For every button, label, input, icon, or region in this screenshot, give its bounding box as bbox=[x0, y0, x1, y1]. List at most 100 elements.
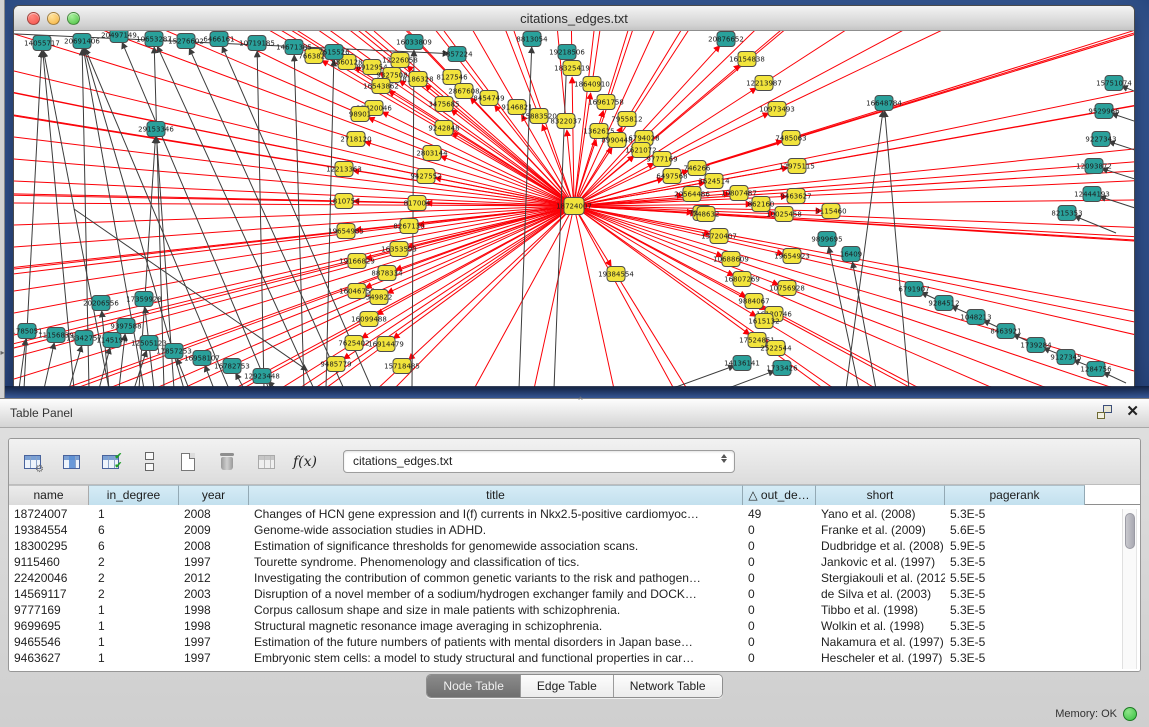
graph-node[interactable]: 20206556 bbox=[83, 296, 119, 311]
graph-node[interactable]: 19654985 bbox=[328, 224, 364, 239]
graph-edge[interactable] bbox=[797, 31, 1134, 166]
graph-node[interactable]: 748632 bbox=[693, 207, 720, 222]
tab-network-table[interactable]: Network Table bbox=[614, 675, 722, 697]
graph-node[interactable]: 19218506 bbox=[549, 45, 585, 60]
combo-stepper-icon[interactable] bbox=[721, 454, 727, 463]
column-header-title[interactable]: title bbox=[249, 485, 743, 505]
graph-edge[interactable] bbox=[452, 133, 574, 206]
table-row[interactable]: 977716911998Corpus callosum shape and si… bbox=[9, 602, 1140, 618]
graph-node[interactable]: 12444193 bbox=[1074, 187, 1110, 202]
network-canvas[interactable]: 7663822986012889129541222605893275081654… bbox=[14, 31, 1134, 387]
graph-edge[interactable] bbox=[14, 159, 574, 206]
graph-edge[interactable] bbox=[747, 31, 1134, 59]
graph-edge[interactable] bbox=[14, 181, 574, 206]
graph-node[interactable]: 6466161 bbox=[203, 32, 234, 47]
graph-node[interactable]: 9427552 bbox=[410, 169, 441, 184]
graph-node[interactable]: 16961758 bbox=[588, 95, 624, 110]
graph-edge[interactable] bbox=[777, 31, 1134, 109]
graph-edge[interactable] bbox=[134, 351, 147, 387]
graph-node[interactable]: 10688609 bbox=[713, 252, 749, 267]
network-window-titlebar[interactable]: citations_edges.txt bbox=[14, 6, 1134, 31]
graph-node[interactable]: 19654923 bbox=[774, 249, 810, 264]
table-row[interactable]: 969969511998Structural magnetic resonanc… bbox=[9, 618, 1140, 634]
graph-node[interactable]: 9485779 bbox=[320, 357, 351, 372]
table-row[interactable]: 1872400712008Changes of HCN gene express… bbox=[9, 506, 1140, 522]
graph-edge[interactable] bbox=[14, 206, 574, 379]
graph-edge[interactable] bbox=[774, 314, 1134, 387]
graph-node[interactable]: 8127546 bbox=[436, 70, 468, 85]
graph-node[interactable]: 9529966 bbox=[1088, 104, 1120, 119]
table-selector[interactable]: citations_edges.txt bbox=[343, 450, 735, 473]
graph-node[interactable]: 15718485 bbox=[384, 359, 420, 374]
function-builder-icon[interactable]: f(x) bbox=[292, 449, 318, 475]
graph-edge[interactable] bbox=[1074, 216, 1116, 233]
table-row[interactable]: 911546021997Tourette syndrome. Phenomeno… bbox=[9, 554, 1140, 570]
graph-edge[interactable] bbox=[394, 206, 574, 387]
column-header-out_degree[interactable]: △ out_de… bbox=[743, 485, 816, 505]
graph-node[interactable]: 7625402 bbox=[338, 336, 369, 351]
graph-node[interactable]: 18640910 bbox=[574, 77, 610, 92]
graph-node[interactable]: 9899695 bbox=[811, 232, 842, 247]
panel-expand-icon[interactable]: ▸ bbox=[0, 346, 5, 360]
graph-node[interactable]: 2718120 bbox=[340, 132, 371, 147]
graph-edge[interactable] bbox=[616, 274, 1134, 387]
column-header-year[interactable]: year bbox=[179, 485, 249, 505]
graph-edge[interactable] bbox=[654, 366, 734, 387]
column-header-name[interactable]: name bbox=[9, 485, 89, 505]
graph-node[interactable]: 20691406 bbox=[64, 34, 100, 49]
graph-node[interactable]: 7857224 bbox=[441, 47, 473, 62]
graph-edge[interactable] bbox=[1103, 372, 1126, 383]
graph-edge[interactable] bbox=[44, 343, 54, 387]
new-table-icon[interactable] bbox=[175, 449, 201, 475]
graph-node[interactable]: 14055717 bbox=[24, 36, 60, 51]
graph-edge[interactable] bbox=[885, 111, 909, 387]
select-column-icon[interactable] bbox=[58, 449, 84, 475]
column-header-pagerank[interactable]: pagerank bbox=[945, 485, 1085, 505]
graph-node[interactable]: 862160 bbox=[748, 197, 775, 212]
graph-edge[interactable] bbox=[641, 31, 1134, 150]
table-row[interactable]: 1830029562008Estimation of significance … bbox=[9, 538, 1140, 554]
show-columns-icon[interactable]: ✔✔ bbox=[97, 449, 123, 475]
graph-node[interactable]: 817004 bbox=[404, 196, 431, 211]
graph-node[interactable]: 9227343 bbox=[1085, 132, 1116, 147]
tab-node-table[interactable]: Node Table bbox=[427, 675, 521, 697]
tab-edge-table[interactable]: Edge Table bbox=[521, 675, 614, 697]
graph-node[interactable]: 12093872 bbox=[1076, 159, 1112, 174]
graph-node[interactable]: 16409 bbox=[840, 247, 862, 262]
graph-edge[interactable] bbox=[368, 118, 574, 206]
row-height-icon[interactable] bbox=[136, 449, 162, 475]
graph-edge[interactable] bbox=[606, 31, 1047, 102]
graph-node[interactable]: 15276602 bbox=[168, 34, 204, 49]
graph-edge[interactable] bbox=[791, 31, 1134, 138]
graph-node[interactable]: 9463627 bbox=[780, 189, 811, 204]
graph-node[interactable]: 16154838 bbox=[729, 52, 765, 67]
graph-node[interactable]: 549822 bbox=[366, 290, 393, 305]
network-window[interactable]: citations_edges.txt 76638229860128891295… bbox=[13, 5, 1135, 388]
table-row[interactable]: 946362711997Embryonic stem cells: a mode… bbox=[9, 650, 1140, 666]
graph-edge[interactable] bbox=[157, 46, 314, 387]
graph-edge[interactable] bbox=[592, 31, 811, 84]
table-row[interactable]: 1456911722003Disruption of a novel membe… bbox=[9, 586, 1140, 602]
graph-node[interactable]: 18325419 bbox=[554, 61, 590, 76]
graph-node[interactable]: 12975115 bbox=[779, 159, 815, 174]
memory-status-dot[interactable] bbox=[1123, 707, 1137, 721]
graph-node[interactable]: 16648784 bbox=[866, 96, 902, 111]
column-header-in_degree[interactable]: in_degree bbox=[89, 485, 179, 505]
graph-node[interactable]: 8267130 bbox=[393, 219, 424, 234]
graph-node[interactable]: 1733426 bbox=[766, 361, 798, 376]
graph-node[interactable]: 16033809 bbox=[396, 35, 432, 50]
graph-node[interactable]: 2803144 bbox=[416, 146, 448, 161]
graph-node[interactable]: 19384554 bbox=[598, 267, 634, 282]
column-header-short[interactable]: short bbox=[816, 485, 945, 505]
table-row[interactable]: 946554611997Estimation of the future num… bbox=[9, 634, 1140, 650]
graph-edge[interactable] bbox=[754, 301, 1134, 387]
table-row[interactable]: 2242004622012Investigating the contribut… bbox=[9, 570, 1140, 586]
table-settings-icon[interactable]: ⚙ bbox=[19, 449, 45, 475]
table-row[interactable]: 1938455462009Genome-wide association stu… bbox=[9, 522, 1140, 538]
graph-node[interactable]: 98901 bbox=[349, 107, 371, 122]
graph-node[interactable]: 8215353 bbox=[1051, 206, 1082, 221]
graph-edge[interactable] bbox=[189, 48, 344, 387]
graph-node[interactable]: 9242848 bbox=[428, 121, 459, 136]
panel-resize-grip[interactable]: ^ bbox=[575, 398, 587, 404]
table-scrollbar[interactable] bbox=[1122, 509, 1137, 669]
